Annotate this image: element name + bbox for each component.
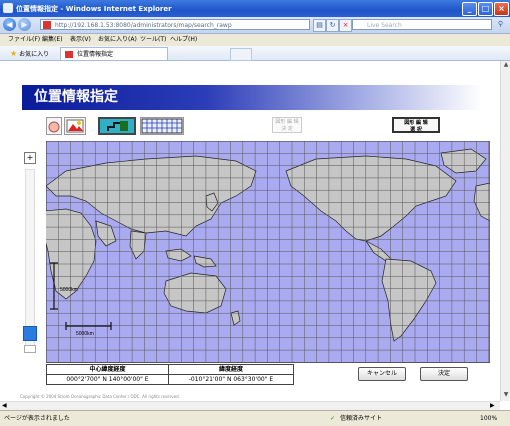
favorites-button[interactable]: ★ お気に入り [10,49,49,58]
star-icon: ★ [10,49,18,58]
zoom-track[interactable] [25,169,35,347]
scale-horizontal-label: 5000km [76,331,94,337]
tab-active[interactable]: 位置情報指定 [60,47,168,60]
stop-icon[interactable]: × [339,19,352,32]
center-latlon-header: 中心緯度経度 [46,364,169,375]
polygon-tool-icon[interactable] [98,117,136,135]
menu-edit[interactable]: 編集(E) [42,34,62,46]
zone-text: 信頼済みサイト [340,415,383,422]
new-tab-button[interactable] [230,48,252,61]
menu-tools[interactable]: ツール(T) [140,34,166,46]
menu-favorites[interactable]: お気に入り(A) [98,34,137,46]
status-text: ページが表示されました [4,415,70,422]
copyright-text: Copyright © 2004 Strom Oceanographic Dat… [20,394,180,399]
favorites-label: お気に入り [19,51,50,58]
url-field[interactable]: http://192.168.1.53:8080/administrators/… [40,19,310,30]
tab-bar: ★ お気に入り 位置情報指定 [0,46,510,61]
window-title: 位置情報指定 - Windows Internet Explorer [16,5,172,13]
scroll-down-icon[interactable]: ▼ [502,391,510,399]
address-bar: ◀ ▶ http://192.168.1.53:8080/administrat… [0,17,510,34]
page-content: 位置情報指定 図形 編 辑決 定 図形 編 辑選 択 + 5000km 5000… [0,61,500,401]
center-latlon-value: 000°2'700" N 140°00'00" E [46,374,169,385]
menu-help[interactable]: ヘルプ(H) [170,34,197,46]
draw-confirm-button[interactable]: 図形 編 辑決 定 [272,117,302,133]
page-title: 位置情報指定 [22,85,482,110]
zoom-level[interactable]: 100% [480,411,497,426]
menu-file[interactable]: ファイル(F) [8,34,40,46]
picture-tool-icon[interactable] [64,117,86,135]
zoom-thumb[interactable] [23,326,37,341]
zoom-out-button[interactable] [24,345,36,353]
refresh-icon[interactable]: ↻ [326,19,339,32]
coordinate-table: 中心緯度経度 緯度経度 000°2'700" N 140°00'00" E -0… [46,364,295,385]
tab-title: 位置情報指定 [77,51,114,58]
back-button[interactable]: ◀ [3,18,16,31]
maximize-button[interactable]: □ [478,2,493,16]
hand-tool-icon[interactable] [46,117,62,135]
scale-vertical-label: 5000km [60,287,78,293]
zoom-in-button[interactable]: + [24,152,36,164]
draw-confirm-label: 図形 編 辑 [275,119,299,125]
latlon-header: 緯度経度 [167,364,295,375]
search-icon[interactable]: ⚲ [495,19,506,30]
world-map[interactable]: 5000km 5000km [46,141,490,363]
check-icon: ✓ [330,415,336,422]
menu-view[interactable]: 表示(V) [70,34,91,46]
window-titlebar: 位置情報指定 - Windows Internet Explorer _ □ × [0,0,510,17]
search-field[interactable]: Live Search [352,19,492,30]
compatibility-icon[interactable]: ▤ [313,19,326,32]
menu-bar: ファイル(F) 編集(E) 表示(V) お気に入り(A) ツール(T) ヘルプ(… [0,34,510,46]
horizontal-scrollbar[interactable]: ◀ ▶ [0,401,500,410]
status-bar: ページが表示されました ✓ 信頼済みサイト 100% [0,410,510,426]
scroll-up-icon[interactable]: ▲ [502,61,510,69]
page-icon [65,51,73,58]
minimize-button[interactable]: _ [462,2,477,16]
ie-icon [3,3,13,13]
draw-select-button[interactable]: 図形 編 辑選 択 [392,117,440,133]
vertical-scrollbar[interactable]: ▲ ▼ [500,61,510,401]
cancel-button[interactable]: キャンセル [358,367,406,381]
page-icon [43,21,51,29]
scroll-left-icon[interactable]: ◀ [2,402,7,409]
forward-button[interactable]: ▶ [18,18,31,31]
grid-tool-icon[interactable] [140,117,184,135]
draw-select-label: 図形 編 辑 [404,120,428,126]
ok-button[interactable]: 決定 [420,367,468,381]
scroll-right-icon[interactable]: ▶ [490,402,495,409]
latlon-value: -010°21'00" N 063°30'00" E [167,374,295,385]
close-button[interactable]: × [494,2,509,16]
